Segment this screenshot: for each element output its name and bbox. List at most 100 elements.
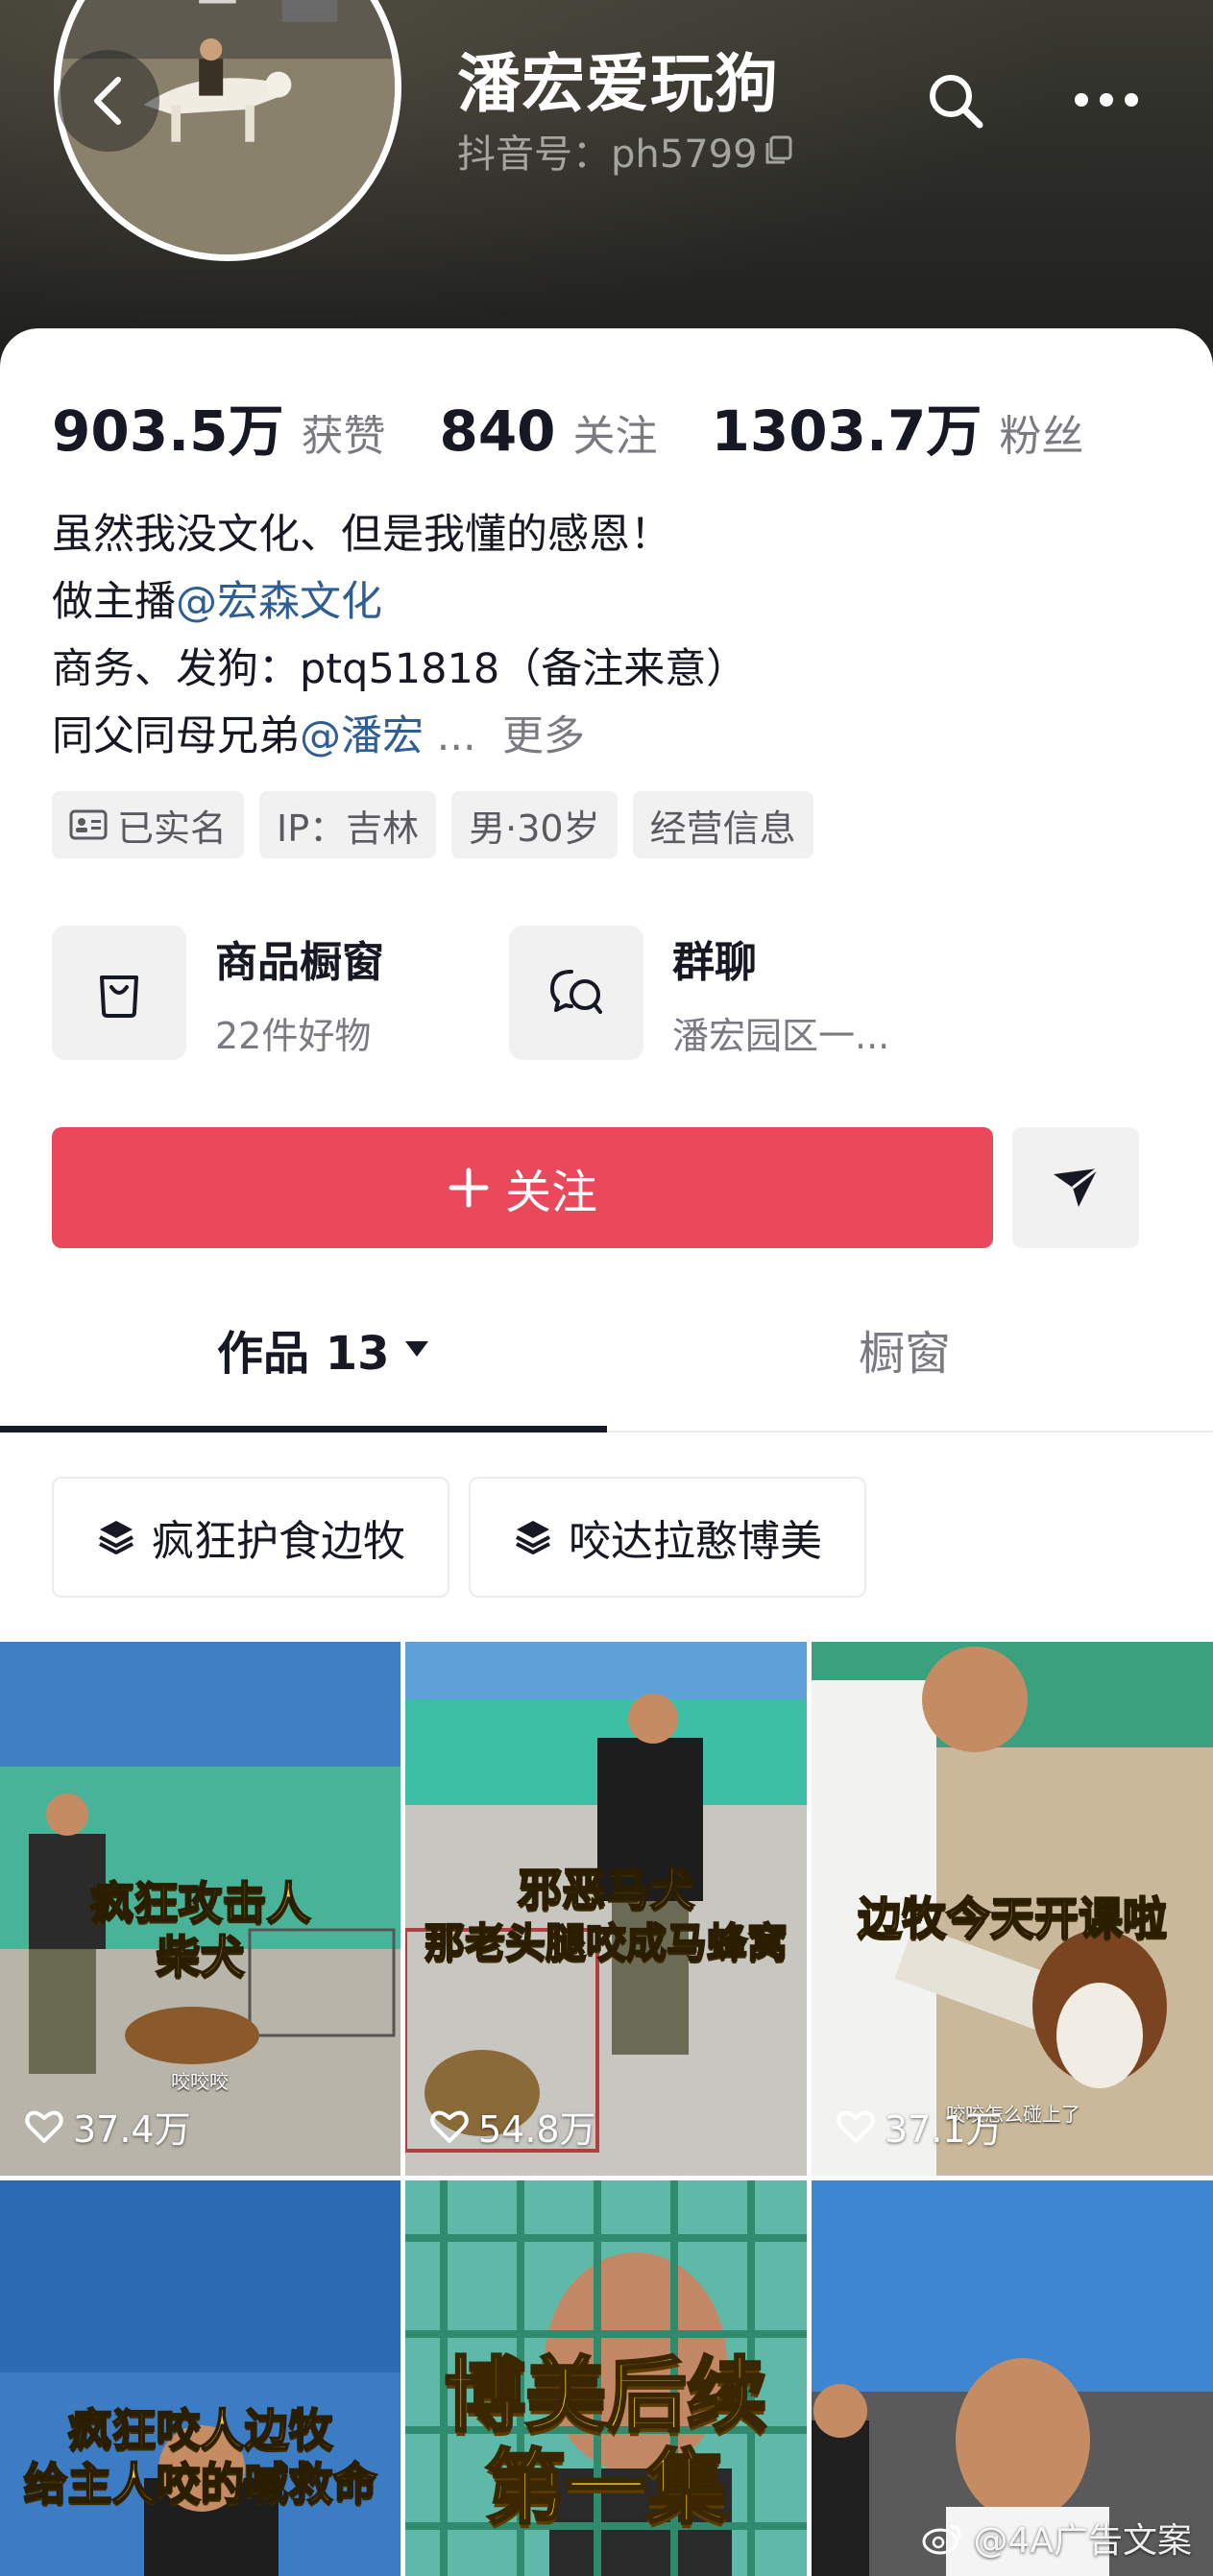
caret-down-icon <box>404 1341 428 1357</box>
tag-label: 经营信息 <box>649 807 796 850</box>
caption-line: 那老头腿咬成马蜂窝 <box>424 1918 788 1967</box>
entry-text: 群聊 潘宏园区一... <box>672 927 889 1059</box>
stats-row: 903.5万 获赞 840 关注 1303.7万 粉丝 <box>52 386 1137 467</box>
shopping-bag-icon <box>52 926 186 1060</box>
follow-label: 关注 <box>504 1166 597 1219</box>
caption-line: 疯狂咬人边牧 <box>67 2403 334 2457</box>
weibo-logo-icon <box>922 2524 962 2555</box>
profile-name: 潘宏爱玩狗 <box>457 47 779 121</box>
video-caption: 邪恶马犬 那老头腿咬成马蜂窝 <box>405 1863 807 1970</box>
layers-icon <box>516 1521 550 1554</box>
send-message-button[interactable] <box>1012 1127 1139 1248</box>
shop-window-entry[interactable]: 商品橱窗 22件好物 <box>52 926 509 1060</box>
like-value: 54.8万 <box>478 2108 596 2151</box>
caption-line: 边牧今天开课啦 <box>857 1891 1168 1945</box>
like-count: 54.8万 <box>430 2100 596 2153</box>
stat-label: 粉丝 <box>999 412 1084 461</box>
tab-shop-window[interactable]: 橱窗 <box>859 1315 951 1383</box>
caption-line: 柴犬 <box>156 1930 246 1984</box>
profile-card: 903.5万 获赞 840 关注 1303.7万 粉丝 虽然我没文化、但是我懂的… <box>0 328 1213 2576</box>
plus-icon <box>449 1168 489 1208</box>
follow-button[interactable]: 关注 <box>52 1127 993 1248</box>
paper-plane-icon <box>1054 1167 1099 1207</box>
douyin-id[interactable]: 抖音号：ph5799 <box>457 123 796 179</box>
entry-subtitle: 22件好物 <box>215 1014 372 1057</box>
layers-icon <box>99 1521 133 1554</box>
collection-chip[interactable]: 疯狂护食边牧 <box>52 1477 449 1598</box>
more-icon[interactable] <box>1068 81 1145 119</box>
douyin-id-text: 抖音号：ph5799 <box>457 132 758 177</box>
tab-works[interactable]: 作品 13 <box>217 1315 430 1383</box>
tag-label: 已实名 <box>117 807 228 850</box>
mention-link[interactable]: @宏森文化 <box>176 578 382 626</box>
caption-line: 第一集 <box>483 2441 728 2536</box>
entry-text: 商品橱窗 22件好物 <box>215 927 384 1059</box>
video-thumbnail[interactable]: 邪恶马犬 那老头腿咬成马蜂窝 54.8万 <box>405 1642 807 2176</box>
video-thumbnail[interactable]: 边牧今天开课啦 咬咬怎么碰上了 37.1万 <box>812 1642 1213 2176</box>
chat-bubble-icon <box>509 926 643 1060</box>
bio-line: 做主播@宏森文化 <box>52 568 747 636</box>
chevron-left-icon <box>94 77 121 125</box>
like-count: 37.1万 <box>837 2100 1003 2153</box>
content-tabs: 作品 13 橱窗 <box>0 1288 1213 1432</box>
like-count: 37.4万 <box>25 2100 191 2153</box>
video-subtitle: 咬咬咬 <box>171 2070 229 2093</box>
stat-value: 1303.7万 <box>711 398 983 464</box>
stat-label: 获赞 <box>301 412 386 461</box>
bio-line: 同父同母兄弟@潘宏 ... 更多 <box>52 703 747 770</box>
watermark-text: @4A广告文案 <box>973 2521 1192 2561</box>
collection-label: 咬达拉憨博美 <box>569 1517 822 1566</box>
profile-tags: 已实名 IP：吉林 男·30岁 经营信息 <box>52 791 813 858</box>
collection-chips: 疯狂护食边牧 咬达拉憨博美 <box>52 1477 866 1598</box>
tag-profile: 男·30岁 <box>451 791 618 858</box>
stat-value: 903.5万 <box>52 398 284 464</box>
caption-line: 给主人咬的喊救命 <box>23 2457 378 2511</box>
video-caption: 疯狂咬人边牧 给主人咬的喊救命 <box>0 2403 400 2511</box>
stat-followers[interactable]: 1303.7万 粉丝 <box>712 386 1084 467</box>
collection-label: 疯狂护食边牧 <box>152 1517 405 1566</box>
tag-ip: IP：吉林 <box>259 791 437 858</box>
tag-verified[interactable]: 已实名 <box>52 791 245 858</box>
heart-icon <box>25 2110 63 2143</box>
active-tab-indicator <box>0 1426 607 1432</box>
entry-row: 商品橱窗 22件好物 群聊 潘宏园区一... <box>52 926 966 1060</box>
entry-subtitle: 潘宏园区一... <box>672 1014 890 1057</box>
heart-icon <box>430 2110 469 2143</box>
bio: 虽然我没文化、但是我懂的感恩！ 做主播@宏森文化 商务、发狗：ptq51818（… <box>52 501 747 770</box>
video-caption: 边牧今天开课啦 <box>812 1891 1213 1945</box>
tag-label: 男·30岁 <box>469 807 600 850</box>
tag-business[interactable]: 经营信息 <box>632 791 813 858</box>
mention-link[interactable]: @潘宏 <box>300 712 424 760</box>
caption-line: 疯狂攻击人 <box>89 1876 312 1930</box>
bio-line: 商务、发狗：ptq51818（备注来意） <box>52 645 748 693</box>
search-icon[interactable] <box>922 67 989 134</box>
bio-text: 同父同母兄弟 <box>52 712 300 760</box>
id-card-icon <box>69 809 108 840</box>
video-thumbnail[interactable]: 博美后续 第一集 <box>405 2180 807 2576</box>
caption-line: 邪恶马犬 <box>517 1863 695 1916</box>
tag-label: IP：吉林 <box>277 807 420 850</box>
like-value: 37.1万 <box>885 2108 1003 2151</box>
bio-more-link[interactable]: 更多 <box>502 712 585 760</box>
collection-chip[interactable]: 咬达拉憨博美 <box>469 1477 866 1598</box>
stat-following[interactable]: 840 关注 <box>439 398 657 464</box>
video-thumbnail[interactable]: 疯狂攻击人 柴犬 咬咬咬 37.4万 <box>0 1642 400 2176</box>
stat-likes[interactable]: 903.5万 获赞 <box>52 386 385 467</box>
bio-ellipsis: ... <box>424 712 476 760</box>
heart-icon <box>837 2110 875 2143</box>
tab-label: 橱窗 <box>859 1327 952 1381</box>
stat-value: 840 <box>439 398 556 464</box>
entry-title: 商品橱窗 <box>215 937 384 987</box>
group-chat-entry[interactable]: 群聊 潘宏园区一... <box>509 926 966 1060</box>
bio-line: 虽然我没文化、但是我懂的感恩！ <box>52 511 671 559</box>
video-thumbnail[interactable]: 疯狂咬人边牧 给主人咬的喊救命 <box>0 2180 400 2576</box>
video-caption: 疯狂攻击人 柴犬 <box>0 1876 400 1984</box>
copy-icon[interactable] <box>762 133 796 168</box>
back-button[interactable] <box>58 50 159 152</box>
caption-line: 博美后续 <box>443 2348 768 2444</box>
video-scene <box>0 2180 400 2576</box>
video-grid: 疯狂攻击人 柴犬 咬咬咬 37.4万 邪恶马犬 那老头腿咬成马蜂窝 54.8万 … <box>0 1642 1213 2576</box>
video-caption: 博美后续 第一集 <box>405 2348 807 2536</box>
like-value: 37.4万 <box>73 2108 191 2151</box>
tab-label: 作品 13 <box>217 1327 390 1381</box>
